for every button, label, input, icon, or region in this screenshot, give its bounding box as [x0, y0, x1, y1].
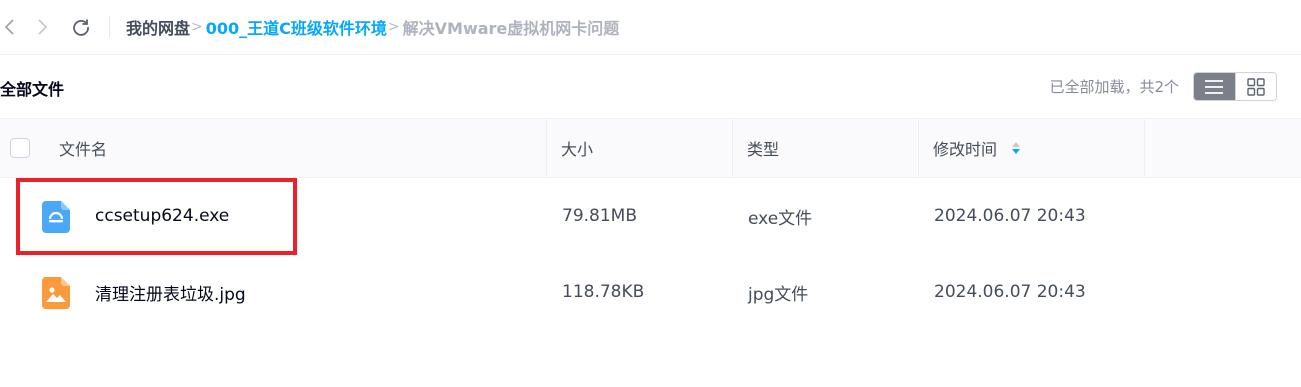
top-navigation-bar: 我的网盘 > 000_王道C班级软件环境 > 解决VMware虚拟机网卡问题 — [0, 0, 1301, 55]
file-modified-time: 2024.06.07 20:43 — [934, 282, 1086, 302]
file-modified-time: 2024.06.07 20:43 — [934, 206, 1086, 226]
page-title: 全部文件 — [0, 80, 65, 99]
breadcrumb-separator: > — [191, 19, 203, 35]
back-button[interactable] — [0, 16, 20, 38]
list-icon — [1205, 79, 1224, 94]
table-header: 文件名 大小 类型 修改时间 — [0, 118, 1301, 178]
image-file-icon — [42, 277, 70, 309]
grid-view-button[interactable] — [1234, 73, 1276, 100]
column-header-size[interactable]: 大小 — [547, 119, 733, 177]
file-size: 118.78KB — [562, 282, 645, 302]
file-name[interactable]: 清理注册表垃圾.jpg — [95, 254, 246, 330]
exe-file-icon — [42, 201, 70, 233]
column-header-name-label: 文件名 — [59, 140, 108, 159]
refresh-icon — [73, 19, 89, 36]
chevron-left-icon — [4, 19, 14, 35]
refresh-button[interactable] — [71, 16, 91, 38]
column-header-time[interactable]: 修改时间 — [919, 119, 1145, 177]
nav-divider — [109, 16, 110, 38]
breadcrumb-separator: > — [387, 19, 400, 35]
column-header-type-label: 类型 — [747, 140, 780, 159]
file-type: jpg文件 — [748, 284, 809, 305]
breadcrumb-folder[interactable]: 000_王道C班级软件环境 — [206, 15, 387, 39]
column-header-type[interactable]: 类型 — [733, 119, 919, 177]
breadcrumb-current: 解决VMware虚拟机网卡问题 — [402, 19, 620, 38]
breadcrumb: 我的网盘 > 000_王道C班级软件环境 > 解决VMware虚拟机网卡问题 — [126, 15, 619, 39]
file-type: exe文件 — [748, 208, 813, 229]
chevron-right-icon — [38, 19, 48, 35]
file-name[interactable]: ccsetup624.exe — [95, 178, 229, 254]
view-mode-switch — [1193, 72, 1277, 101]
column-header-name[interactable]: 文件名 — [0, 119, 547, 177]
table-row[interactable]: 清理注册表垃圾.jpg 118.78KB jpg文件 2024.06.07 20… — [0, 254, 1301, 330]
column-header-time-label: 修改时间 — [933, 140, 998, 159]
grid-icon — [1247, 77, 1265, 96]
table-row[interactable]: ccsetup624.exe 79.81MB exe文件 2024.06.07 … — [0, 178, 1301, 254]
file-size: 79.81MB — [562, 206, 637, 226]
forward-button[interactable] — [32, 16, 52, 38]
breadcrumb-root[interactable]: 我的网盘 — [126, 15, 190, 39]
column-header-size-label: 大小 — [561, 140, 594, 159]
list-view-button[interactable] — [1194, 73, 1235, 100]
load-status-text: 已全部加载，共2个 — [1049, 78, 1179, 96]
sort-icon[interactable] — [1011, 140, 1021, 156]
